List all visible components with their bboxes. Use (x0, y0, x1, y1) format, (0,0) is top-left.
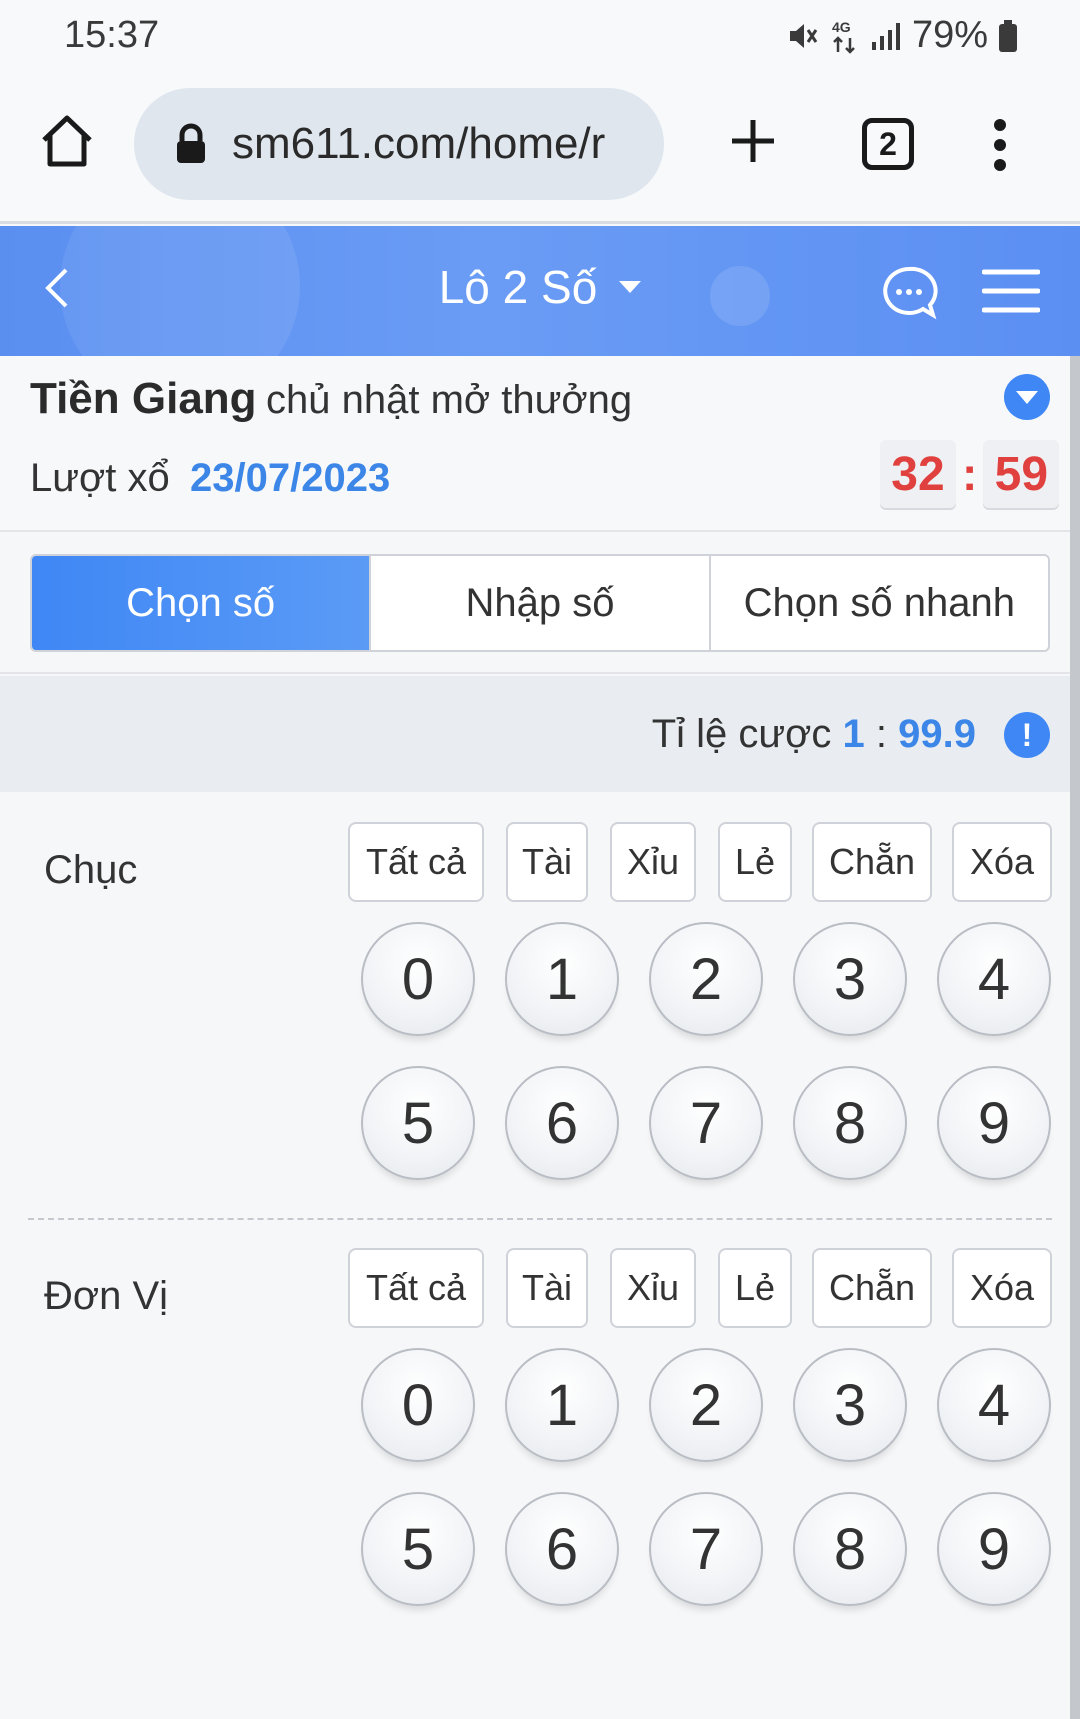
divider (0, 672, 1070, 674)
status-icons: 4G 79% (786, 14, 1018, 57)
tab-chon-so[interactable]: Chọn số (32, 556, 372, 650)
odds-label: Tỉ lệ cược (651, 712, 832, 756)
countdown-timer: 32 : 59 (880, 440, 1060, 508)
svg-text:4G: 4G (832, 19, 851, 35)
battery-percent: 79% (911, 14, 988, 56)
option-xiu[interactable]: Xỉu (610, 1248, 696, 1328)
digit-ball[interactable]: 8 (793, 1492, 907, 1606)
address-bar[interactable]: sm611.com/home/r (134, 88, 664, 200)
chat-icon[interactable] (880, 264, 938, 322)
page-title: Lô 2 Số (438, 261, 598, 313)
odds-sep: : (875, 712, 888, 756)
bet-mode-tabs: Chọn số Nhập số Chọn số nhanh (30, 554, 1050, 652)
digit-ball[interactable]: 9 (937, 1066, 1051, 1180)
option-tai[interactable]: Tài (506, 1248, 588, 1328)
option-xoa[interactable]: Xóa (952, 822, 1052, 902)
digit-ball[interactable]: 6 (505, 1066, 619, 1180)
network-4g-icon: 4G (830, 18, 860, 54)
option-le[interactable]: Lẻ (718, 822, 792, 902)
menu-icon[interactable] (981, 268, 1041, 314)
digit-ball[interactable]: 9 (937, 1492, 1051, 1606)
digit-ball[interactable]: 6 (505, 1492, 619, 1606)
tab-chon-so-nhanh[interactable]: Chọn số nhanh (711, 556, 1048, 650)
countdown-minutes: 32 (880, 440, 956, 508)
lottery-schedule: chủ nhật mở thưởng (266, 378, 633, 422)
expand-icon[interactable] (1004, 374, 1050, 420)
digit-ball[interactable]: 1 (505, 1348, 619, 1462)
option-le[interactable]: Lẻ (718, 1248, 792, 1328)
app-header: Lô 2 Số (0, 226, 1080, 356)
digit-ball[interactable]: 2 (649, 922, 763, 1036)
digit-ball[interactable]: 7 (649, 1492, 763, 1606)
digit-ball[interactable]: 1 (505, 922, 619, 1036)
more-options-icon[interactable] (990, 118, 1010, 172)
caret-down-icon (619, 280, 642, 293)
digit-ball[interactable]: 3 (793, 922, 907, 1036)
section-chuc: Chục Tất cả Tài Xỉu Lẻ Chẵn Xóa 0 1 2 3 … (0, 792, 1070, 1212)
digit-ball[interactable]: 4 (937, 1348, 1051, 1462)
digit-ball[interactable]: 5 (361, 1066, 475, 1180)
digit-ball[interactable]: 3 (793, 1348, 907, 1462)
option-tat-ca[interactable]: Tất cả (348, 822, 484, 902)
option-chan[interactable]: Chẵn (812, 822, 932, 902)
countdown-separator: : (962, 448, 978, 500)
digit-ball[interactable]: 4 (937, 922, 1051, 1036)
digit-ball[interactable]: 0 (361, 922, 475, 1036)
odds-text: Tỉ lệ cược 1 : 99.9 (652, 712, 976, 757)
section-don-vi: Đơn Vị Tất cả Tài Xỉu Lẻ Chẵn Xóa 0 1 2 … (0, 1218, 1070, 1638)
url-text: sm611.com/home/r (232, 119, 606, 168)
digit-ball[interactable]: 0 (361, 1348, 475, 1462)
section-label: Chục (44, 848, 138, 892)
draw-date: 23/07/2023 (190, 456, 391, 500)
countdown-seconds: 59 (983, 440, 1060, 508)
lock-icon (174, 123, 208, 165)
option-tat-ca[interactable]: Tất cả (348, 1248, 484, 1328)
odds-bar: Tỉ lệ cược 1 : 99.9 ! (0, 676, 1070, 792)
home-icon[interactable] (38, 112, 96, 170)
battery-icon (998, 19, 1018, 53)
digit-ball[interactable]: 2 (649, 1348, 763, 1462)
new-tab-icon[interactable] (728, 116, 778, 166)
browser-toolbar: sm611.com/home/r 2 (0, 72, 1080, 224)
odds-left: 1 (842, 712, 865, 756)
tab-nhap-so[interactable]: Nhập số (371, 556, 711, 650)
digit-ball[interactable]: 5 (361, 1492, 475, 1606)
lottery-info: Tiền Giang chủ nhật mở thưởng Lượt xổ 23… (0, 356, 1070, 532)
section-label: Đơn Vị (44, 1274, 169, 1318)
option-xoa[interactable]: Xóa (952, 1248, 1052, 1328)
option-tai[interactable]: Tài (506, 822, 588, 902)
lottery-name: Tiền Giang (30, 374, 257, 423)
info-icon[interactable]: ! (1004, 712, 1050, 758)
signal-icon (870, 20, 902, 52)
status-bar: 15:37 4G 79% (0, 0, 1080, 72)
option-xiu[interactable]: Xỉu (610, 822, 696, 902)
digit-ball[interactable]: 7 (649, 1066, 763, 1180)
scrollbar[interactable] (1070, 356, 1080, 1719)
option-chan[interactable]: Chẵn (812, 1248, 932, 1328)
mute-icon (786, 19, 820, 53)
digit-ball[interactable]: 8 (793, 1066, 907, 1180)
tab-switcher-button[interactable]: 2 (862, 118, 914, 170)
odds-right: 99.9 (898, 712, 976, 756)
status-time: 15:37 (64, 14, 160, 56)
draw-label: Lượt xổ (30, 456, 170, 500)
